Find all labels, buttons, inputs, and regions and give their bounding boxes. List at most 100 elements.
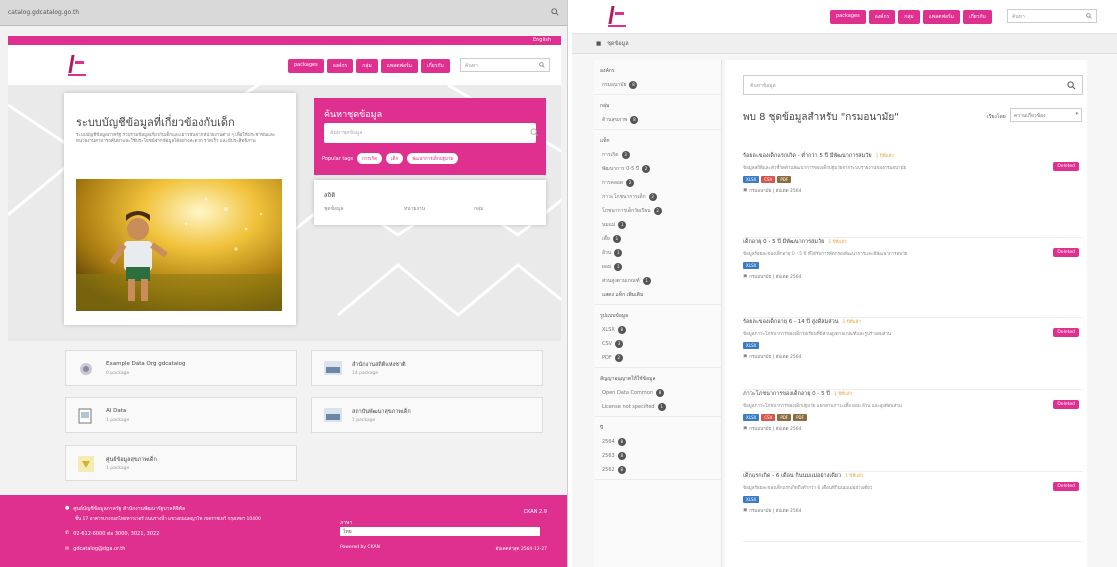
facet-item[interactable]: ผอม 1 <box>594 260 721 274</box>
facet-item[interactable]: CSV 3 <box>594 337 721 351</box>
facet-count-badge: 2 <box>653 207 662 215</box>
stat-organizations[interactable]: หน่วยงาน <box>404 205 425 213</box>
dataset-item: เด็กอายุ 0 - 5 ปี มีพัฒนาการสมวัย 1 ปีที่… <box>743 238 1083 318</box>
format-label[interactable]: CSV <box>761 176 776 183</box>
powered-by[interactable]: Powered by CKAN <box>340 545 380 550</box>
format-label[interactable]: XLSX <box>743 176 760 183</box>
nav-about[interactable]: เกี่ยวกับ <box>962 10 992 24</box>
nav-packages[interactable]: packages <box>830 10 866 24</box>
language-link[interactable]: English <box>533 37 551 43</box>
dataset-title[interactable]: เด็กอายุ 0 - 5 ปี มีพัฒนาการสมวัย 1 ปีที่… <box>743 238 1083 246</box>
sort-select[interactable]: ความเกี่ยวข้อง ▾ <box>1010 108 1082 122</box>
stat-datasets[interactable]: ชุดข้อมูล <box>324 205 343 213</box>
nav-groups[interactable]: กลุ่ม <box>356 59 378 73</box>
format-labels: XLSX <box>743 342 1083 349</box>
facet-count-badge: 1 <box>614 263 623 271</box>
footer-email[interactable]: gdcatalog@dga.or.th <box>73 546 125 552</box>
status-badge: Deleted <box>1053 328 1079 337</box>
site-logo[interactable] <box>68 53 88 79</box>
organization-icon: ▣ <box>743 188 748 193</box>
facet-item[interactable]: การคลอด 2 <box>594 176 721 190</box>
results-title: พบ 8 ชุดข้อมูลสำหรับ "กรมอนามัย" <box>743 112 899 123</box>
organization-icon: ▣ <box>743 354 748 359</box>
facet-item[interactable]: นมแม่ 1 <box>594 218 721 232</box>
organization-icon: ▣ <box>743 274 748 279</box>
facet-item[interactable]: การเกิด 3 <box>594 148 721 162</box>
organization-icon: ▣ <box>743 508 748 513</box>
facet-title[interactable]: องค์กร <box>594 64 721 78</box>
format-label[interactable]: PDF <box>793 414 807 421</box>
nav-organizations[interactable]: องค์กร <box>326 59 354 73</box>
search-icon[interactable] <box>551 7 559 18</box>
header-search-input[interactable]: ค้นหา <box>1007 9 1097 23</box>
org-tile[interactable]: Example Data Org gdcatalog 0 package <box>65 350 297 386</box>
facet-title[interactable]: ปี <box>594 421 721 435</box>
facet-item[interactable]: 2562 8 <box>594 463 721 477</box>
dataset-search-input[interactable]: ค้นหาชุดข้อมูล <box>324 123 539 143</box>
search-icon[interactable] <box>539 62 545 70</box>
facet-item[interactable]: ส่วนสูงตามเกณฑ์ 1 <box>594 274 721 288</box>
language-select[interactable]: ไทย <box>340 527 540 536</box>
facet-count-badge: 8 <box>617 438 626 446</box>
facet-item[interactable]: PDF 2 <box>594 351 721 365</box>
nav-organizations[interactable]: องค์กร <box>868 10 896 24</box>
nav-about[interactable]: เกี่ยวกับ <box>420 59 450 73</box>
popular-tag[interactable]: พัฒนาการเด็กปฐมวัย <box>407 153 459 164</box>
stat-groups[interactable]: กลุ่ม <box>474 205 483 213</box>
location-icon: ● <box>65 505 70 511</box>
dataset-title[interactable]: เด็กแรกเกิด - 6 เดือน กินนมแม่อย่างเดียว… <box>743 472 1083 480</box>
search-icon[interactable] <box>1067 81 1076 92</box>
org-tile[interactable]: สำนักงานสถิติแห่งชาติ 14 package <box>311 350 543 386</box>
site-logo[interactable] <box>608 4 628 30</box>
facet-count-badge: 8 <box>656 389 664 397</box>
nav-platform[interactable]: แพลตฟอร์ม <box>380 59 418 73</box>
nav-packages[interactable]: packages <box>288 59 324 73</box>
facet-item[interactable]: 2563 8 <box>594 449 721 463</box>
facet-item[interactable]: พัฒนาการ 0-5 ปี 2 <box>594 162 721 176</box>
org-tile[interactable]: ศูนย์ข้อมูลสุขภาพเด็ก 1 package <box>65 445 297 481</box>
org-tile[interactable]: สถาบันพัฒนาสุขภาพเด็ก 1 package <box>311 397 543 433</box>
facet-title[interactable]: กลุ่ม <box>594 99 721 113</box>
facet-item[interactable]: License not specified 1 <box>594 400 721 414</box>
header-search-input[interactable]: ค้นหา <box>460 58 550 72</box>
breadcrumb-datasets[interactable]: ชุดข้อมูล <box>607 40 628 48</box>
format-label[interactable]: PDF <box>777 176 792 183</box>
nav-platform[interactable]: แพลตฟอร์ม <box>922 10 960 24</box>
dataset-title[interactable]: ร้อยละของเด็กแรกเกิด - ต่ำกว่า 5 ปี มีพั… <box>743 152 1083 160</box>
facet-item[interactable]: Open Data Common 8 <box>594 386 721 400</box>
facet-item[interactable]: ภาวะโภชนาการเด็ก 2 <box>594 190 721 204</box>
org-tile[interactable]: AI Data 1 package <box>65 397 297 433</box>
facet-title[interactable]: สัญญาอนุญาตให้ใช้ข้อมูล <box>594 372 721 386</box>
search-icon[interactable] <box>1086 13 1092 21</box>
facet-item[interactable]: 2564 8 <box>594 435 721 449</box>
dataset-title[interactable]: ภาวะโภชนาการของเด็กอายุ 0 - 5 ปี 1 ปีที่แ… <box>743 390 1083 398</box>
facet-item[interactable]: XLSX 8 <box>594 323 721 337</box>
home-icon[interactable]: ■ <box>596 41 601 47</box>
hero-section: ระบบบัญชีข้อมูลที่เกี่ยวข้องกับเด็ก ระบบ… <box>8 85 561 341</box>
facet-item[interactable]: โภชนาการเด็กวัยเรียน 2 <box>594 204 721 218</box>
facet-item[interactable]: กรมอนามัย 8 <box>594 78 721 92</box>
footer-version: CKAN 2.9 <box>523 509 547 515</box>
org-icon <box>78 408 94 424</box>
url-text[interactable]: catalog.gdcatalog.go.th <box>8 9 551 16</box>
format-label[interactable]: XLSX <box>743 496 760 503</box>
dataset-title[interactable]: ร้อยละของเด็กอายุ 6 - 14 ปี สูงดีสมส่วน 1… <box>743 318 1083 326</box>
dataset-meta: ▣ กรมอนามัย | อัปเดต 2564 <box>743 508 802 514</box>
format-label[interactable]: XLSX <box>743 342 760 349</box>
format-label[interactable]: CSV <box>761 414 776 421</box>
format-label[interactable]: XLSX <box>743 414 760 421</box>
popular-tag[interactable]: การเกิด <box>357 153 382 164</box>
nav-groups[interactable]: กลุ่ม <box>898 10 920 24</box>
format-label[interactable]: XLSX <box>743 262 760 269</box>
facet-title[interactable]: แท็ก <box>594 134 721 148</box>
popular-tag[interactable]: เด็ก <box>386 153 404 164</box>
facet-item[interactable]: ด้านสุขภาพ 8 <box>594 113 721 127</box>
facet-title[interactable]: รูปแบบข้อมูล <box>594 309 721 323</box>
dataset-search-input[interactable]: ค้นหาข้อมูล <box>743 75 1083 95</box>
facet-item[interactable]: อ้วน 1 <box>594 246 721 260</box>
email-icon: ✉ <box>65 546 70 552</box>
address-bar[interactable]: catalog.gdcatalog.go.th <box>0 0 567 26</box>
format-label[interactable]: PDF <box>777 414 792 421</box>
show-more-link[interactable]: แสดง แท็ก เพิ่มเติม <box>594 288 721 302</box>
facet-item[interactable]: เตี้ย 1 <box>594 232 721 246</box>
